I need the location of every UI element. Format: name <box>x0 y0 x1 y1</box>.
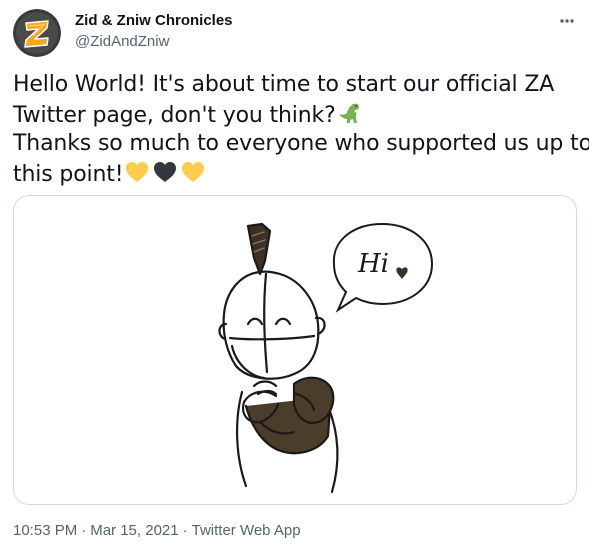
black-heart-icon <box>154 161 177 182</box>
tweet-text-line: Thanks so much to everyone who supported… <box>13 131 589 156</box>
za-logo-icon <box>13 9 61 57</box>
tweet-card: Zid & Zniw Chronicles @ZidAndZniw Hello … <box>0 0 589 546</box>
waving-character-illustration: Hi <box>218 222 434 494</box>
author-name[interactable]: Zid & Zniw Chronicles <box>75 12 233 29</box>
yellow-heart-icon <box>182 161 205 182</box>
tweet-text-line: Hello World! It's about time to start ou… <box>13 72 555 97</box>
more-horizontal-icon <box>560 19 574 23</box>
yellow-heart-icon <box>126 161 149 182</box>
small-heart-icon <box>396 267 408 279</box>
tweet-text-segment: this point! <box>13 161 124 187</box>
tweet-text: Hello World! It's about time to start ou… <box>13 71 589 190</box>
tweet-source-link[interactable]: Twitter Web App <box>192 522 301 539</box>
tweet-text-line-with-emoji: Twitter page, don't you think? <box>13 100 578 131</box>
t-rex-emoji-icon <box>338 103 359 123</box>
author-avatar[interactable] <box>13 9 61 57</box>
tweet-text-line-with-emoji: this point! <box>13 159 578 190</box>
tweet-meta: 10:53 PM · Mar 15, 2021 · Twitter Web App <box>13 522 301 539</box>
tweet-media-image[interactable]: Hi <box>13 195 577 505</box>
author-handle[interactable]: @ZidAndZniw <box>75 33 169 50</box>
speech-bubble-text: Hi <box>357 249 389 279</box>
meta-separator: · <box>182 522 188 539</box>
tweet-text-segment: Twitter page, don't you think? <box>13 102 336 128</box>
tweet-time-link[interactable]: 10:53 PM <box>13 522 77 539</box>
tweet-date-link[interactable]: Mar 15, 2021 <box>90 522 178 539</box>
meta-separator: · <box>81 522 87 539</box>
more-options-button[interactable] <box>554 14 580 28</box>
